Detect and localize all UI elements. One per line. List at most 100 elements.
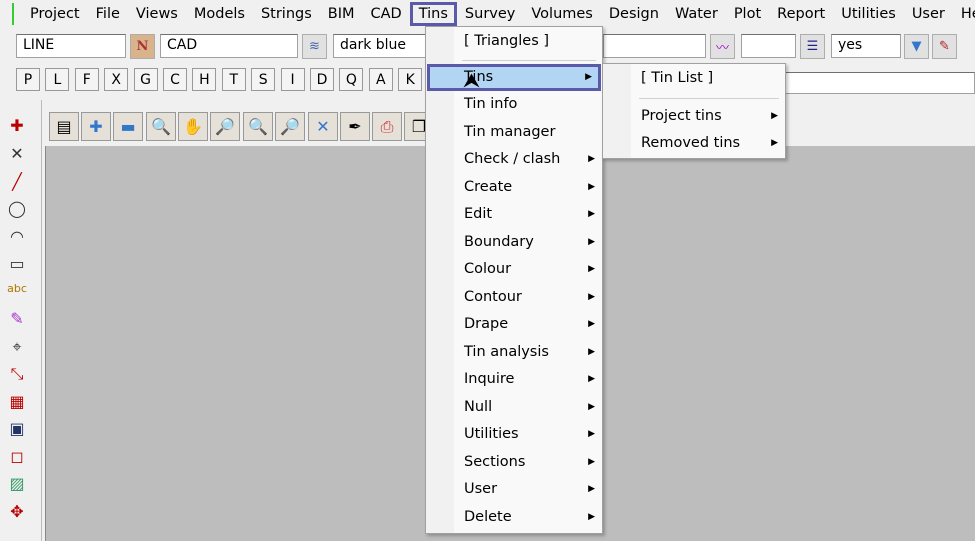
menu-item-tins[interactable]: Tins ▶ bbox=[427, 64, 601, 91]
menu-item-project-tins[interactable]: Project tins ▶ bbox=[604, 103, 784, 130]
circle-tool-icon[interactable]: ◯ bbox=[6, 199, 28, 221]
menu-item-triangles[interactable]: [ Triangles ] bbox=[427, 28, 601, 55]
menu-item-colour[interactable]: Colour ▶ bbox=[427, 256, 601, 283]
mouse-cursor-icon: ⮝ bbox=[463, 68, 480, 92]
filter-p-button[interactable]: P bbox=[16, 68, 40, 91]
weight-field[interactable] bbox=[741, 34, 796, 58]
move-tool-icon[interactable]: ✥ bbox=[6, 502, 28, 524]
rectangle-tool-icon[interactable]: ▭ bbox=[6, 254, 28, 276]
menu-item-tin-info[interactable]: Tin info bbox=[427, 91, 601, 118]
dropdown-icon[interactable]: ▼ bbox=[904, 34, 929, 59]
menu-item-removed-tins[interactable]: Removed tins ▶ bbox=[604, 130, 784, 157]
zoom-point-icon[interactable]: 🔎 bbox=[275, 112, 305, 141]
menu-water[interactable]: Water bbox=[667, 2, 726, 26]
menu-item-check-clash[interactable]: Check / clash ▶ bbox=[427, 146, 601, 173]
text-tool-icon[interactable]: abc bbox=[6, 282, 28, 304]
colour-field[interactable]: dark blue bbox=[333, 34, 428, 58]
menu-item-edit[interactable]: Edit ▶ bbox=[427, 201, 601, 228]
visible-field[interactable]: yes bbox=[831, 34, 901, 58]
menu-report[interactable]: Report bbox=[769, 2, 833, 26]
menu-item-label: Create bbox=[464, 178, 513, 195]
submenu-arrow-icon: ▶ bbox=[588, 181, 595, 192]
menu-bim[interactable]: BIM bbox=[320, 2, 363, 26]
filter-g-button[interactable]: G bbox=[133, 68, 158, 91]
shape-tool-icon[interactable]: ◻ bbox=[6, 447, 28, 469]
menu-strings[interactable]: Strings bbox=[253, 2, 320, 26]
menu-item-inquire[interactable]: Inquire ▶ bbox=[427, 366, 601, 393]
filter-a-button[interactable]: A bbox=[368, 68, 393, 91]
submenu-arrow-icon: ▶ bbox=[588, 319, 595, 329]
filter-q-button[interactable]: Q bbox=[339, 68, 364, 91]
menu-item-tin-manager[interactable]: Tin manager bbox=[427, 119, 601, 146]
menu-models[interactable]: Models bbox=[186, 2, 253, 26]
style-field[interactable] bbox=[603, 34, 706, 58]
menu-user[interactable]: User bbox=[904, 2, 953, 26]
filter-c-button[interactable]: C bbox=[163, 68, 187, 91]
menu-item-user[interactable]: User ▶ bbox=[427, 476, 601, 503]
filter-l-button[interactable]: L bbox=[45, 68, 70, 91]
zoom-pan-icon[interactable]: 🔍 bbox=[146, 112, 176, 141]
menu-file[interactable]: File bbox=[88, 2, 128, 26]
point-tool-icon[interactable]: ✚ bbox=[6, 116, 28, 138]
new-view-icon[interactable]: ▤ bbox=[49, 112, 79, 141]
menu-design[interactable]: Design bbox=[601, 2, 667, 26]
pen-icon[interactable]: ✒ bbox=[340, 112, 370, 141]
filter-d-button[interactable]: D bbox=[310, 68, 334, 91]
menu-cad[interactable]: CAD bbox=[363, 2, 410, 26]
menu-item-label: Project tins bbox=[641, 108, 722, 124]
menu-views[interactable]: Views bbox=[128, 2, 186, 26]
menu-item-boundary[interactable]: Boundary ▶ bbox=[427, 229, 601, 256]
filter-x-button[interactable]: X bbox=[104, 68, 129, 91]
zoom-in-plus-icon[interactable]: ✚ bbox=[81, 112, 111, 141]
filter-i-button[interactable]: I bbox=[280, 68, 305, 91]
tins-submenu: [ Tin List ] Project tins ▶ Removed tins ▶ bbox=[602, 63, 786, 159]
line-tool-icon[interactable]: ╱ bbox=[6, 172, 28, 194]
menu-item-create[interactable]: Create ▶ bbox=[427, 174, 601, 201]
menu-item-contour[interactable]: Contour ▶ bbox=[427, 284, 601, 311]
menu-item-tin-list[interactable]: [ Tin List ] bbox=[604, 65, 784, 92]
zoom-out-minus-icon[interactable]: ▬ bbox=[113, 112, 143, 141]
zoom-extent-icon[interactable]: 🔍 bbox=[243, 112, 273, 141]
filter-f-button[interactable]: F bbox=[74, 68, 99, 91]
plot-tool-icon[interactable]: ▣ bbox=[6, 419, 28, 441]
filter-s-button[interactable]: S bbox=[251, 68, 276, 91]
model-field[interactable]: CAD bbox=[160, 34, 298, 58]
menu-volumes[interactable]: Volumes bbox=[523, 2, 600, 26]
submenu-arrow-icon: ▶ bbox=[588, 154, 595, 164]
menu-item-label: Sections bbox=[464, 453, 526, 470]
table-tool-icon[interactable]: ▦ bbox=[6, 392, 28, 414]
arc-tool-icon[interactable]: ◠ bbox=[6, 227, 28, 249]
menu-utilities[interactable]: Utilities bbox=[833, 2, 904, 26]
menu-item-delete[interactable]: Delete ▶ bbox=[427, 504, 601, 531]
zoom-plus-minus-icon[interactable]: 🔎 bbox=[210, 112, 240, 141]
intersect-tool-icon[interactable]: ✕ bbox=[6, 144, 28, 166]
string-type-field[interactable]: LINE bbox=[16, 34, 126, 58]
menu-item-sections[interactable]: Sections ▶ bbox=[427, 449, 601, 476]
menu-tins[interactable]: Tins bbox=[409, 1, 457, 26]
paint-tool-icon[interactable]: ✎ bbox=[6, 309, 28, 331]
filter-h-button[interactable]: H bbox=[192, 68, 217, 91]
symbol-tool-icon[interactable]: ⌖ bbox=[6, 337, 28, 359]
name-button[interactable]: N bbox=[130, 34, 155, 59]
menu-item-label: Delete bbox=[464, 508, 512, 525]
layers-icon[interactable]: ≋ bbox=[302, 34, 327, 59]
submenu-arrow-icon: ▶ bbox=[588, 374, 595, 384]
menu-item-tin-analysis[interactable]: Tin analysis ▶ bbox=[427, 339, 601, 366]
filter-k-button[interactable]: K bbox=[398, 68, 423, 91]
menu-item-null[interactable]: Null ▶ bbox=[427, 394, 601, 421]
image-tool-icon[interactable]: ▨ bbox=[6, 474, 28, 496]
weight-icon[interactable]: ☰ bbox=[800, 34, 825, 59]
menu-item-utilities[interactable]: Utilities ▶ bbox=[427, 421, 601, 448]
pan-hand-icon[interactable]: ✋ bbox=[178, 112, 208, 141]
menu-plot[interactable]: Plot bbox=[726, 2, 769, 26]
menu-item-drape[interactable]: Drape ▶ bbox=[427, 311, 601, 338]
menu-survey[interactable]: Survey bbox=[457, 2, 523, 26]
cross-icon[interactable]: ✕ bbox=[308, 112, 338, 141]
eyedropper-icon[interactable]: ✎ bbox=[932, 34, 957, 59]
print-icon[interactable]: ⎙ bbox=[372, 112, 402, 141]
filter-t-button[interactable]: T bbox=[221, 68, 246, 91]
menu-project[interactable]: Project bbox=[22, 2, 88, 26]
menu-he[interactable]: He bbox=[953, 2, 975, 26]
dimension-tool-icon[interactable]: ⤡ bbox=[6, 364, 28, 386]
linestyle-icon[interactable]: 〰 bbox=[710, 34, 735, 59]
